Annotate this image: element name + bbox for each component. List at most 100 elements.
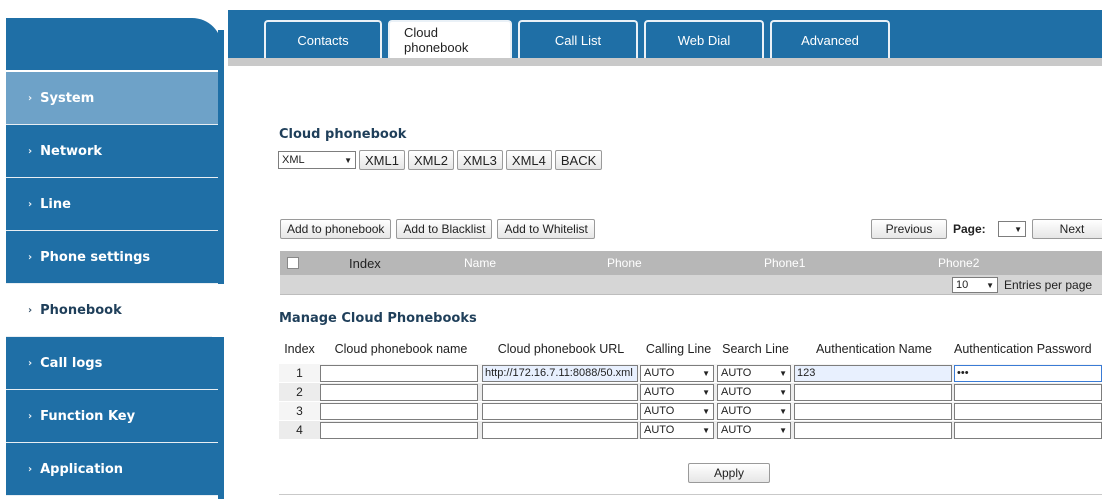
auth-password-input[interactable] (954, 402, 1102, 420)
sidebar-item-application[interactable]: › Application (6, 443, 218, 496)
auth-password-input[interactable] (954, 383, 1102, 401)
sidebar-item-call-logs[interactable]: › Call logs (6, 337, 218, 390)
phonebook-url-input[interactable] (482, 383, 638, 401)
header-search-line: Search Line (722, 341, 789, 356)
sidebar-item-label: Application (40, 461, 124, 477)
tab-web-dial[interactable]: Web Dial (644, 20, 764, 58)
chevron-right-icon: › (28, 304, 33, 316)
calling-line-select[interactable]: AUTO ▼ (640, 421, 714, 439)
row-index: 1 (296, 366, 303, 380)
chevron-right-icon: › (28, 251, 33, 263)
xml3-button[interactable]: XML3 (456, 150, 503, 170)
auth-password-input[interactable] (954, 421, 1102, 439)
select-all-checkbox[interactable] (287, 257, 299, 269)
tab-underline-strip (228, 58, 1102, 66)
tab-contacts[interactable]: Contacts (264, 20, 382, 58)
sidebar-item-line[interactable]: › Line (6, 178, 218, 231)
sidebar-item-phonebook[interactable]: › Phonebook (6, 284, 218, 337)
back-button[interactable]: BACK (554, 150, 603, 170)
search-line-select[interactable]: AUTO ▼ (717, 421, 791, 439)
next-button[interactable]: Next (1032, 219, 1102, 239)
table-row: 1 http://172.16.7.11:8088/50.xml AUTO ▼ A… (279, 364, 1102, 383)
column-header-index: Index (349, 255, 381, 271)
sidebar-item-label: Call logs (40, 355, 103, 371)
entries-per-page-label: Entries per page (1004, 278, 1093, 292)
header-calling-line: Calling Line (645, 341, 712, 356)
auth-name-input[interactable] (794, 402, 952, 420)
auth-password-input[interactable]: ••• (954, 364, 1102, 382)
dropdown-arrow-icon: ▼ (1014, 224, 1022, 234)
sidebar-edge (218, 30, 224, 499)
dropdown-arrow-icon: ▼ (779, 368, 787, 378)
add-to-phonebook-button[interactable]: Add to phonebook (280, 219, 392, 239)
dropdown-arrow-icon: ▼ (702, 387, 710, 397)
chevron-right-icon: › (28, 92, 33, 104)
auth-name-input[interactable] (794, 383, 952, 401)
xml-type-select[interactable]: XML ▼ (278, 151, 356, 169)
sidebar-item-label: Phone settings (40, 249, 151, 265)
auth-name-input[interactable] (794, 421, 952, 439)
phonebook-name-input[interactable] (320, 364, 478, 382)
contact-list-header: Index Name Phone Phone1 Phone2 (280, 251, 1102, 275)
sidebar-menu: › System › Network › Line › Phone settin… (6, 72, 218, 496)
tab-cloud-phonebook[interactable]: Cloud phonebook (388, 20, 512, 58)
row-index: 3 (296, 404, 303, 418)
row-index: 2 (296, 385, 303, 399)
list-actions: Add to phonebook Add to Blacklist Add to… (280, 219, 595, 239)
apply-button[interactable]: Apply (688, 463, 770, 483)
chevron-right-icon: › (28, 410, 33, 422)
logo-area (6, 18, 222, 70)
xml2-button[interactable]: XML2 (407, 150, 454, 170)
dropdown-arrow-icon: ▼ (779, 406, 787, 416)
search-line-select[interactable]: AUTO ▼ (717, 364, 791, 382)
manage-cloud-phonebooks-title: Manage Cloud Phonebooks (279, 311, 477, 326)
tab-call-list[interactable]: Call List (518, 20, 638, 58)
header-name: Cloud phonebook name (334, 341, 468, 356)
sidebar-item-label: Phonebook (40, 302, 122, 318)
sidebar-item-system[interactable]: › System (6, 72, 218, 125)
search-line-value: AUTO (721, 386, 752, 398)
sidebar-item-function-key[interactable]: › Function Key (6, 390, 218, 443)
auth-name-input[interactable]: 123 (794, 364, 952, 382)
phonebook-url-input[interactable]: http://172.16.7.11:8088/50.xml (482, 364, 638, 382)
sidebar: › System › Network › Line › Phone settin… (0, 0, 228, 499)
page-select[interactable]: ▼ (998, 221, 1026, 237)
add-to-blacklist-button[interactable]: Add to Blacklist (396, 219, 493, 239)
dropdown-arrow-icon: ▼ (702, 425, 710, 435)
tab-advanced[interactable]: Advanced (770, 20, 890, 58)
sidebar-item-network[interactable]: › Network (6, 125, 218, 178)
dropdown-arrow-icon: ▼ (779, 425, 787, 435)
sidebar-item-label: Network (40, 143, 103, 159)
calling-line-value: AUTO (644, 405, 675, 417)
table-header: Index Cloud phonebook name Cloud phonebo… (279, 334, 1102, 364)
xml1-button[interactable]: XML1 (359, 150, 405, 170)
phonebook-url-input[interactable] (482, 402, 638, 420)
dropdown-arrow-icon: ▼ (702, 406, 710, 416)
dropdown-arrow-icon: ▼ (986, 280, 994, 290)
main-content: Cloud phonebook XML ▼ XML1 XML2 XML3 XML… (262, 66, 1102, 499)
phonebook-url-input[interactable] (482, 421, 638, 439)
sidebar-item-phone-settings[interactable]: › Phone settings (6, 231, 218, 284)
calling-line-value: AUTO (644, 367, 675, 379)
search-line-select[interactable]: AUTO ▼ (717, 402, 791, 420)
search-line-select[interactable]: AUTO ▼ (717, 383, 791, 401)
add-to-whitelist-button[interactable]: Add to Whitelist (497, 219, 595, 239)
calling-line-select[interactable]: AUTO ▼ (640, 402, 714, 420)
xml4-button[interactable]: XML4 (505, 150, 552, 170)
chevron-right-icon: › (28, 463, 33, 475)
entries-per-page: 10 ▼ Entries per page (952, 277, 1092, 293)
phonebook-name-input[interactable] (320, 402, 478, 420)
dropdown-arrow-icon: ▼ (702, 368, 710, 378)
calling-line-value: AUTO (644, 424, 675, 436)
previous-button[interactable]: Previous (871, 219, 947, 239)
header-url: Cloud phonebook URL (497, 341, 625, 356)
calling-line-select[interactable]: AUTO ▼ (640, 364, 714, 382)
phonebook-name-input[interactable] (320, 383, 478, 401)
entries-per-page-select[interactable]: 10 ▼ (952, 277, 998, 293)
calling-line-select[interactable]: AUTO ▼ (640, 383, 714, 401)
row-index: 4 (296, 423, 303, 437)
header-index: Index (284, 341, 315, 356)
phonebook-name-input[interactable] (320, 421, 478, 439)
manage-phonebooks-table: Index Cloud phonebook name Cloud phonebo… (279, 334, 1102, 440)
sidebar-item-label: Line (40, 196, 71, 212)
